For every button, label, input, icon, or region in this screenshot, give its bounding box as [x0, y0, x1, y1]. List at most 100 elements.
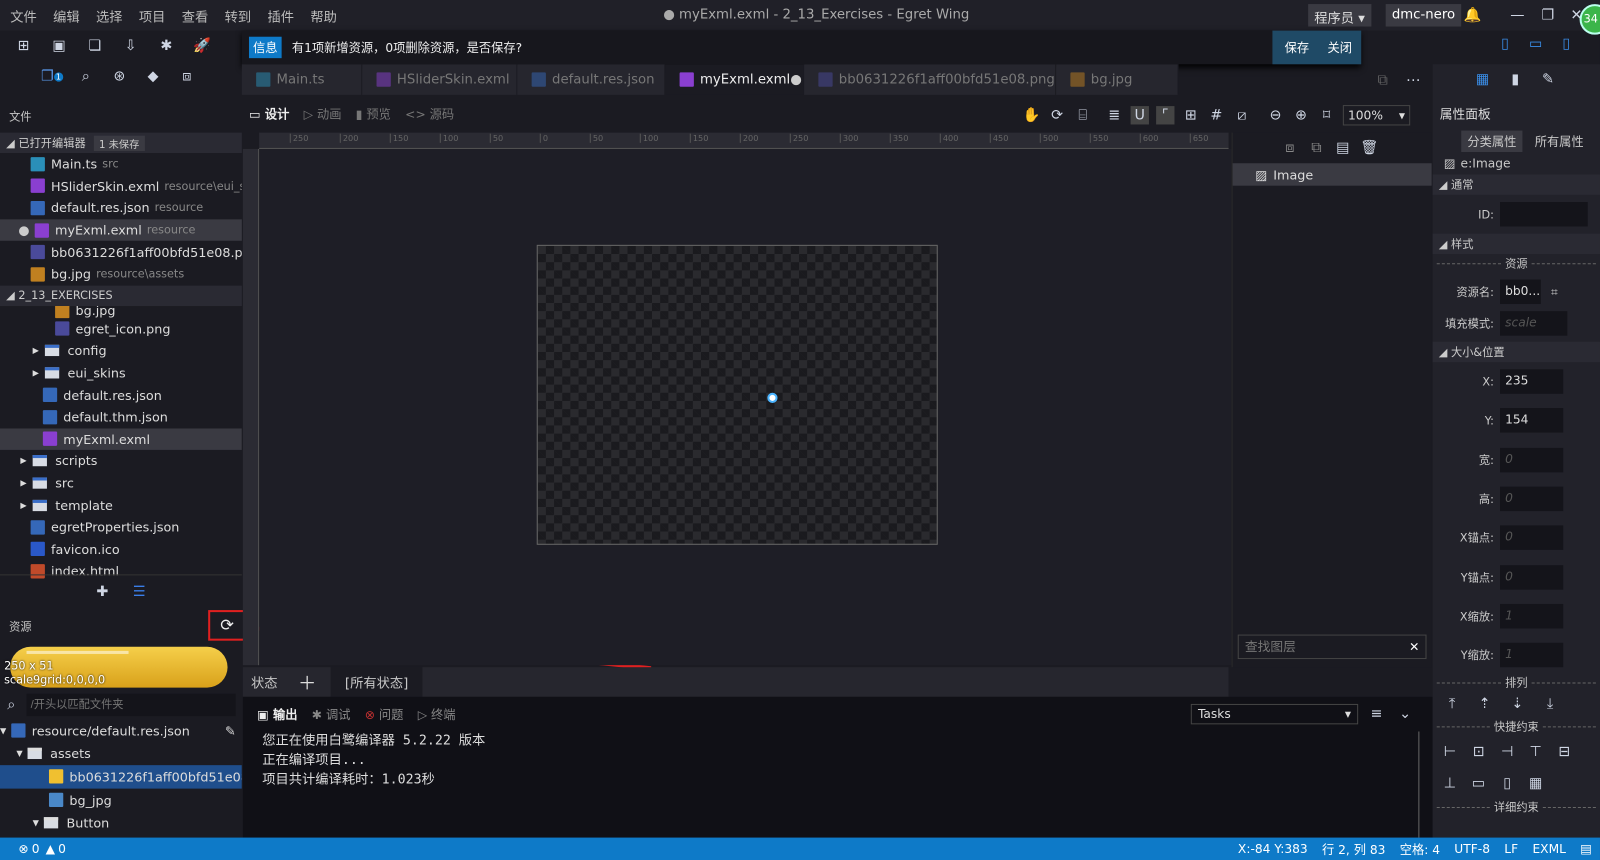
refresh-icon[interactable]: ⟳ [1048, 106, 1066, 124]
open-editor-item[interactable]: bb0631226f1aff00bfd51e08.pn... [0, 241, 242, 263]
align-bottom-icon[interactable]: ⊥ [1441, 775, 1459, 793]
debug-icon[interactable]: ✱ [157, 37, 175, 55]
editor-tab[interactable]: default.res.json [517, 64, 666, 95]
open-editor-item[interactable]: Main.ts src [0, 153, 242, 175]
search-icon[interactable]: ⌕ [77, 67, 95, 85]
mode-tab[interactable]: ▭ 设计 [249, 105, 289, 122]
line-col[interactable]: 行 2, 列 83 [1322, 840, 1385, 857]
field-input[interactable]: 235 [1499, 369, 1564, 394]
project-item[interactable]: ▶ eui_skins [0, 362, 242, 384]
warning-icon[interactable]: ▲ [46, 842, 55, 856]
trash-icon[interactable]: 🗑 [1360, 139, 1378, 157]
field-input[interactable]: 0 [1499, 525, 1564, 551]
mode-tab[interactable]: ▮ 预览 [356, 105, 391, 122]
open-editor-item[interactable]: HSliderSkin.exml resource\eui_s... [0, 175, 242, 197]
minimize-icon[interactable]: — [1508, 6, 1526, 24]
ungroup-icon[interactable]: ⧉ [1307, 139, 1325, 157]
project-item[interactable]: myExml.exml [0, 428, 242, 451]
add-state-icon[interactable]: ＋ [298, 669, 316, 696]
bring-front-icon[interactable]: ⤒ [1443, 695, 1461, 713]
exml-stage[interactable] [536, 244, 938, 545]
editor-tab[interactable]: myExml.exml ● [665, 64, 805, 95]
close-button[interactable]: 关闭 [1328, 39, 1353, 56]
ts-file-icon[interactable]: ▤ [1334, 139, 1352, 157]
project-item[interactable]: default.res.json [0, 384, 242, 406]
project-item[interactable]: bg.jpg [0, 305, 242, 318]
properties-icon[interactable]: ▦ [1473, 70, 1491, 88]
editor-tab[interactable]: Main.ts [241, 64, 363, 95]
menu-item[interactable]: 帮助 [310, 6, 337, 25]
project-header[interactable]: ◢ 2_13_EXERCISES [0, 285, 242, 306]
resource-item[interactable]: bg_jpg [0, 788, 242, 811]
save-all-icon[interactable]: ❏ [86, 37, 104, 55]
open-editor-item[interactable]: default.res.json resource [0, 197, 242, 219]
fill-height-icon[interactable]: ▯ [1498, 775, 1516, 793]
unsaved-dot-icon[interactable]: ● [790, 72, 802, 87]
id-input[interactable] [1499, 201, 1588, 227]
project-item[interactable]: ▶ template [0, 494, 242, 516]
resource-item[interactable]: ▼ assets [0, 742, 242, 765]
clear-icon[interactable]: ✕ [1409, 640, 1419, 654]
menu-item[interactable]: 转到 [225, 6, 252, 25]
res-name-input[interactable]: bb0... [1499, 279, 1541, 305]
fill-mode-input[interactable]: scale [1499, 311, 1568, 336]
output-tab[interactable]: ▣ 输出 [257, 706, 297, 723]
fill-width-icon[interactable]: ▭ [1469, 775, 1487, 793]
tab-all[interactable]: 所有属性 [1531, 131, 1588, 152]
split-icon[interactable]: ⧉ [1373, 71, 1391, 89]
editor-tab[interactable]: bg.jpg [1056, 64, 1179, 95]
open-editor-item[interactable]: bg.jpg resource\assets [0, 263, 242, 285]
encoding[interactable]: UTF-8 [1454, 842, 1490, 856]
role-select[interactable]: 程序员 ▾ [1308, 4, 1372, 27]
error-count[interactable]: 0 [32, 842, 40, 856]
hand-icon[interactable]: ✋ [1022, 106, 1041, 124]
image-toggle-icon[interactable]: ⧄ [1233, 106, 1251, 124]
ruler-icon[interactable]: ⌜ [1156, 106, 1175, 125]
error-icon[interactable]: ⊗ [18, 842, 28, 856]
project-item[interactable]: default.thm.json [0, 406, 242, 428]
git-icon[interactable]: ◆ [144, 67, 162, 85]
zoom-out-icon[interactable]: ⊖ [1266, 106, 1284, 124]
collapse-icon[interactable]: ⌄ [1396, 705, 1414, 723]
group-icon[interactable]: ⧈ [1281, 139, 1299, 157]
menu-item[interactable]: 文件 [10, 6, 37, 25]
open-editors-header[interactable]: ◢ 已打开编辑器 1 未保存 [0, 132, 242, 154]
frame-icon[interactable]: ⧈ [178, 67, 196, 85]
send-backward-icon[interactable]: ⇣ [1508, 695, 1526, 713]
bring-forward-icon[interactable]: ⇡ [1475, 695, 1493, 713]
output-tab[interactable]: ⊗ 问题 [365, 706, 404, 723]
more-icon[interactable]: ⋯ [1404, 71, 1422, 89]
mode-tab[interactable]: <> 源码 [405, 105, 454, 122]
resource-item[interactable]: ▼ Button [0, 811, 242, 834]
field-input[interactable]: 154 [1499, 408, 1564, 434]
all-states-tab[interactable]: [所有状态] [330, 666, 423, 698]
open-editor-item[interactable]: ● myExml.exml resource [0, 219, 242, 242]
resource-search-input[interactable] [26, 693, 236, 717]
section-style[interactable]: ◢ 样式 [1432, 233, 1600, 255]
book-icon[interactable]: ▮ [1506, 70, 1524, 88]
indent-setting[interactable]: 空格: 4 [1400, 840, 1440, 857]
magnet-icon[interactable]: U [1130, 106, 1149, 125]
project-item[interactable]: ▶ config [0, 340, 242, 362]
feedback-icon[interactable]: ▤ [1580, 842, 1592, 856]
puzzle-icon[interactable]: ✚ [93, 582, 111, 600]
warning-count[interactable]: 0 [58, 842, 66, 856]
save-button[interactable]: 保存 [1285, 39, 1310, 56]
restore-icon[interactable]: ❐ [1539, 6, 1557, 24]
align-top-icon[interactable]: ⊤ [1527, 743, 1545, 761]
menu-item[interactable]: 项目 [139, 6, 166, 25]
align-vcenter-icon[interactable]: ⊟ [1555, 743, 1573, 761]
field-input[interactable]: 1 [1499, 642, 1564, 668]
bell-icon[interactable]: 🔔 [1463, 6, 1482, 24]
feather-icon[interactable]: ✎ [1539, 70, 1557, 88]
menu-item[interactable]: 选择 [96, 6, 123, 25]
user-button[interactable]: dmc-nero [1385, 4, 1462, 27]
left-panel-icon[interactable]: ▯ [1496, 35, 1514, 53]
align-hcenter-icon[interactable]: ⊡ [1469, 743, 1487, 761]
project-item[interactable]: ▶ scripts [0, 450, 242, 472]
scale9-icon[interactable]: ⌗ [1551, 284, 1558, 299]
eol[interactable]: LF [1504, 842, 1518, 856]
zoom-select[interactable]: 100% ▾ [1342, 105, 1411, 126]
menu-item[interactable]: 查看 [182, 6, 209, 25]
section-size[interactable]: ◢ 大小&位置 [1432, 341, 1600, 363]
